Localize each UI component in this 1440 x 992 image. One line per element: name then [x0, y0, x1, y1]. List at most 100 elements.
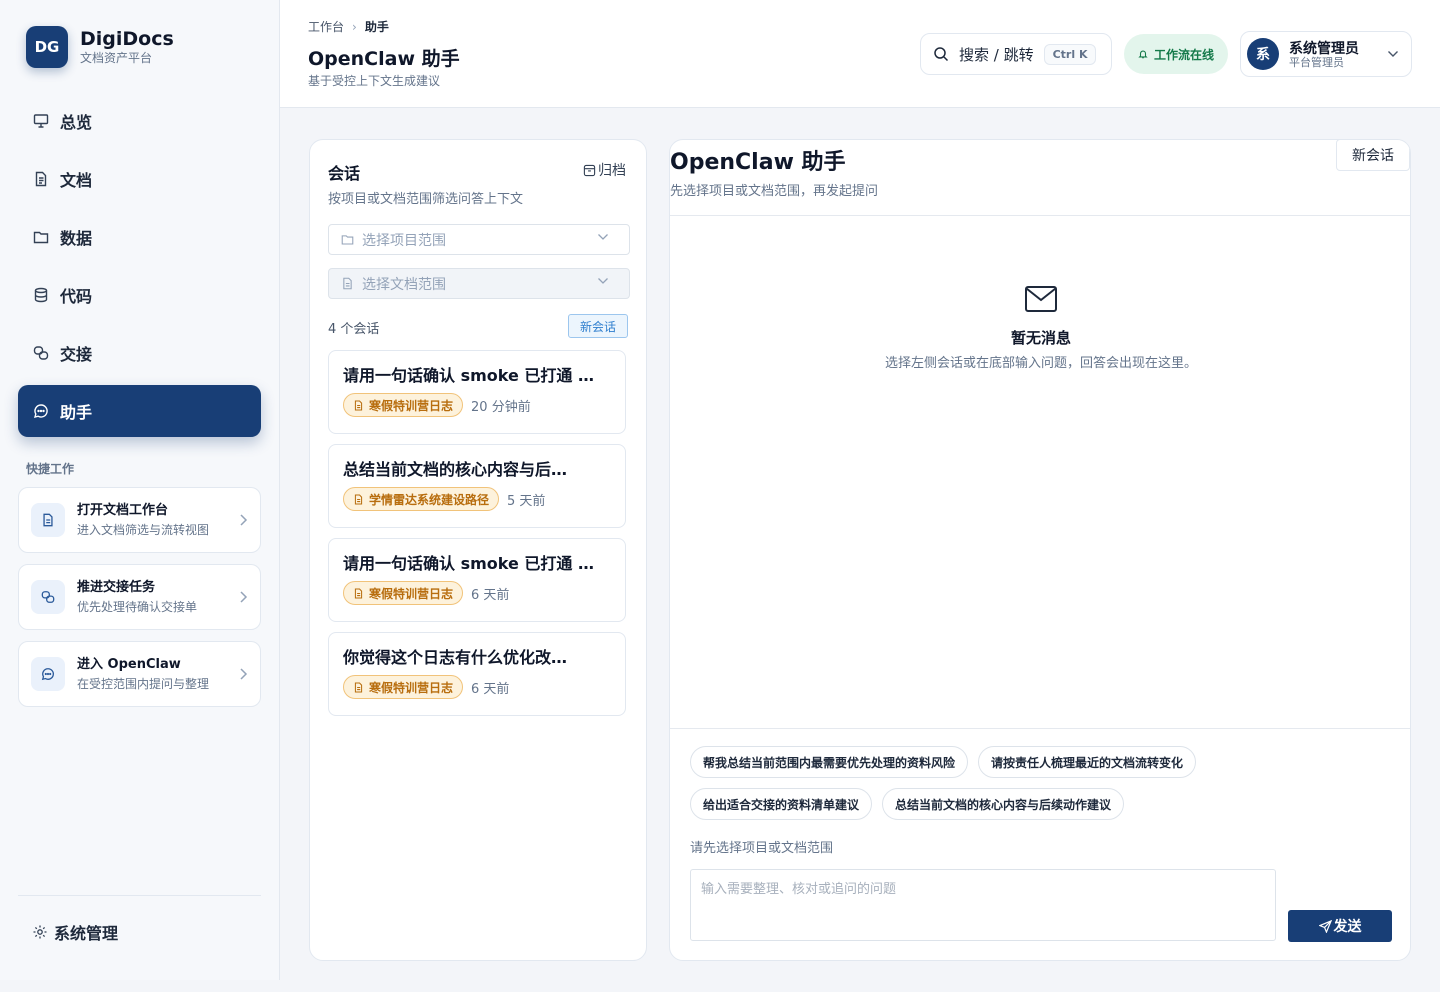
- brand-name: DigiDocs: [80, 28, 174, 50]
- chevron-right-icon: [238, 667, 248, 681]
- conversation-item[interactable]: 请用一句话确认 smoke 已打通 … 寒假特训营日志 6 天前: [328, 538, 626, 622]
- suggestion-chip[interactable]: 请按责任人梳理最近的文档流转变化: [978, 746, 1197, 778]
- conversation-time: 20 分钟前: [471, 399, 531, 415]
- archive-icon: [583, 164, 596, 177]
- chat-title: OpenClaw 助手: [670, 150, 846, 175]
- new-conversation-button[interactable]: 新会话: [1336, 140, 1410, 171]
- user-name: 系统管理员: [1289, 40, 1359, 57]
- nav-item-documents[interactable]: 文档: [18, 153, 261, 205]
- quick-work-openclaw[interactable]: 进入 OpenClaw 在受控范围内提问与整理: [18, 641, 261, 707]
- user-role: 平台管理员: [1289, 55, 1344, 69]
- nav-item-label: 总览: [60, 113, 93, 132]
- send-label: 发送: [1333, 919, 1362, 935]
- nav-item-data[interactable]: 数据: [18, 211, 261, 263]
- chevron-down-icon: [597, 233, 609, 241]
- nav-item-handoff[interactable]: 交接: [18, 327, 261, 379]
- search-icon: [933, 46, 949, 62]
- nav-item-label: 助手: [60, 403, 93, 422]
- conversation-title: 总结当前文档的核心内容与后…: [343, 460, 568, 479]
- nav-item-code[interactable]: 代码: [18, 269, 261, 321]
- file-icon: [341, 277, 354, 290]
- quick-work-item-title: 进入 OpenClaw: [77, 657, 181, 672]
- scope-tag-label: 寒假特训营日志: [369, 398, 454, 413]
- suggestion-chip[interactable]: 帮我总结当前范围内最需要优先处理的资料风险: [690, 746, 969, 778]
- search-label: 搜索 / 跳转: [959, 45, 1034, 64]
- quick-work-handoff[interactable]: 推进交接任务 优先处理待确认交接单: [18, 564, 261, 630]
- handoff-icon: [32, 344, 50, 362]
- composer-divider: [670, 728, 1410, 729]
- page-title: OpenClaw 助手: [308, 48, 460, 70]
- quick-work-list: 打开文档工作台 进入文档筛选与流转视图 推进交接任务 优先处理待确认交接单 进入…: [18, 487, 261, 718]
- main-nav: 总览 文档 数据 代码 交接 助手: [18, 95, 261, 443]
- chat-icon: [32, 402, 50, 420]
- conversation-title: 请用一句话确认 smoke 已打通 …: [343, 366, 594, 385]
- chat-header-divider: [670, 215, 1410, 216]
- brand-logo: DG: [26, 26, 68, 68]
- scope-tag-label: 学情雷达系统建设路径: [369, 492, 490, 507]
- empty-state: 暂无消息 选择左侧会话或在底部输入问题，回答会出现在这里。: [670, 285, 1410, 371]
- suggestion-chip[interactable]: 给出适合交接的资料清单建议: [690, 788, 873, 820]
- suggestion-chip[interactable]: 总结当前文档的核心内容与后续动作建议: [882, 788, 1125, 820]
- nav-item-overview[interactable]: 总览: [18, 95, 261, 147]
- workflow-status-label: 工作流在线: [1153, 47, 1214, 62]
- chevron-right-icon: [238, 590, 248, 604]
- workflow-status-badge[interactable]: 工作流在线: [1124, 34, 1228, 74]
- brand[interactable]: DG DigiDocs 文档资产平台: [26, 26, 174, 68]
- suggestion-list: 帮我总结当前范围内最需要优先处理的资料风险 请按责任人梳理最近的文档流转变化 给…: [690, 746, 1390, 830]
- conversation-item[interactable]: 总结当前文档的核心内容与后… 学情雷达系统建设路径 5 天前: [328, 444, 626, 528]
- file-icon: [353, 588, 364, 599]
- quick-work-item-title: 打开文档工作台: [77, 503, 169, 518]
- send-icon: [1318, 919, 1332, 933]
- chevron-down-icon: [1387, 50, 1399, 58]
- chat-panel: OpenClaw 助手 先选择项目或文档范围，再发起提问 新会话 暂无消息 选择…: [669, 139, 1411, 961]
- conversation-time: 6 天前: [471, 681, 510, 697]
- system-admin-link[interactable]: 系统管理: [32, 920, 118, 944]
- conversation-panel: 会话 归档 按项目或文档范围筛选问答上下文 选择项目范围 选择文档范围 4 个会…: [309, 139, 647, 961]
- chevron-right-icon: ›: [352, 19, 357, 34]
- message-input[interactable]: [690, 869, 1276, 941]
- folder-icon: [341, 233, 354, 246]
- conversation-panel-title: 会话: [328, 164, 361, 183]
- project-scope-select[interactable]: 选择项目范围: [328, 224, 630, 255]
- nav-item-assistant[interactable]: 助手: [18, 385, 261, 437]
- quick-work-item-subtitle: 优先处理待确认交接单: [77, 600, 198, 614]
- empty-state-title: 暂无消息: [1010, 329, 1071, 347]
- quick-work-title: 快捷工作: [26, 462, 75, 476]
- top-header: 工作台 › 助手 OpenClaw 助手 基于受控上下文生成建议 搜索 / 跳转…: [280, 0, 1440, 108]
- conversation-time: 5 天前: [507, 493, 546, 509]
- chat-subtitle: 先选择项目或文档范围，再发起提问: [670, 184, 879, 199]
- search-button[interactable]: 搜索 / 跳转 Ctrl K: [920, 33, 1112, 75]
- conversation-panel-subtitle: 按项目或文档范围筛选问答上下文: [328, 192, 524, 207]
- file-icon: [353, 400, 364, 411]
- conversation-item[interactable]: 你觉得这个日志有什么优化改… 寒假特训营日志 6 天前: [328, 632, 626, 716]
- chat-icon: [31, 657, 65, 691]
- chevron-right-icon: [238, 513, 248, 527]
- archive-label: 归档: [598, 163, 626, 179]
- nav-item-label: 文档: [60, 171, 93, 190]
- user-menu[interactable]: 系 系统管理员 平台管理员: [1240, 31, 1412, 77]
- document-scope-select[interactable]: 选择文档范围: [328, 268, 630, 299]
- scope-hint: 请先选择项目或文档范围: [690, 841, 834, 856]
- conversation-item[interactable]: 请用一句话确认 smoke 已打通 … 寒假特训营日志 20 分钟前: [328, 350, 626, 434]
- gear-icon: [32, 924, 48, 940]
- send-button[interactable]: 发送: [1288, 910, 1392, 942]
- breadcrumb-current: 助手: [364, 20, 389, 34]
- new-conversation-button-small[interactable]: 新会话: [568, 314, 628, 338]
- file-icon: [353, 494, 364, 505]
- scope-tag: 寒假特训营日志: [343, 581, 464, 605]
- project-scope-placeholder: 选择项目范围: [362, 232, 446, 249]
- nav-item-label: 交接: [60, 345, 93, 364]
- quick-work-open-docs[interactable]: 打开文档工作台 进入文档筛选与流转视图: [18, 487, 261, 553]
- bell-icon: [1138, 49, 1148, 59]
- quick-work-item-subtitle: 在受控范围内提问与整理: [77, 677, 210, 691]
- conversation-count: 4 个会话: [328, 322, 380, 337]
- chevron-down-icon: [597, 277, 609, 285]
- conversation-title: 请用一句话确认 smoke 已打通 …: [343, 554, 594, 573]
- document-scope-placeholder: 选择文档范围: [362, 276, 446, 293]
- quick-work-item-subtitle: 进入文档筛选与流转视图: [77, 523, 210, 537]
- archive-button[interactable]: 归档: [583, 160, 626, 180]
- breadcrumb-item[interactable]: 工作台: [308, 18, 344, 35]
- conversation-title: 你觉得这个日志有什么优化改…: [343, 648, 568, 667]
- handoff-icon: [31, 580, 65, 614]
- mail-icon: [1024, 285, 1058, 313]
